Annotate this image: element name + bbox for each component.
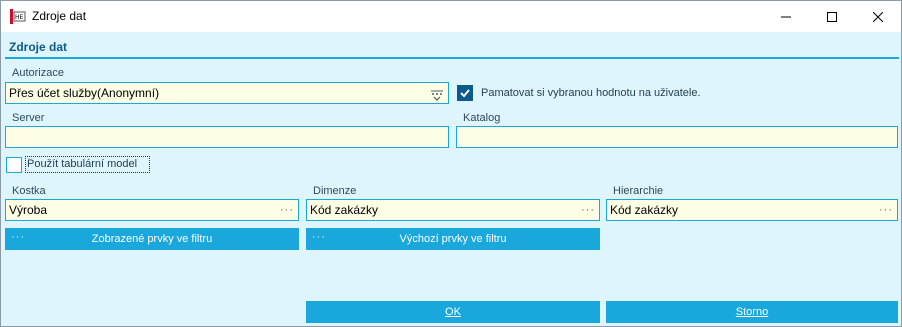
dimension-value: Kód zakázky [310, 203, 379, 217]
svg-text:HE: HE [15, 14, 24, 21]
catalog-label: Katalog [463, 112, 501, 124]
window-title: Zdroje dat [32, 9, 87, 23]
close-button[interactable] [855, 1, 901, 32]
default-items-filter-button[interactable]: ··· Výchozí prvky ve filtru [306, 228, 600, 250]
cube-label: Kostka [12, 185, 46, 197]
cancel-button-label: Storno [735, 306, 769, 318]
minimize-button[interactable] [763, 1, 809, 32]
checkmark-icon [460, 89, 470, 98]
server-label: Server [12, 112, 45, 124]
shown-items-filter-button[interactable]: ··· Zobrazené prvky ve filtru [5, 228, 299, 250]
server-input[interactable] [5, 126, 449, 148]
remember-checkbox[interactable] [457, 85, 473, 101]
tabular-model-checkbox[interactable] [6, 157, 22, 173]
hierarchy-value: Kód zakázky [610, 203, 679, 217]
dialog-window: HE Zdroje dat Zdroje dat Autorizace Přes… [0, 0, 902, 327]
tabular-model-label: Použít tabulární model [27, 158, 138, 170]
catalog-input[interactable] [456, 126, 898, 148]
ellipsis-icon: ··· [11, 231, 25, 243]
authorization-combobox[interactable]: Přes účet služby(Anonymní) [5, 82, 449, 104]
cube-browse-icon[interactable]: ··· [278, 200, 296, 220]
section-divider [5, 57, 899, 59]
authorization-value: Přes účet služby(Anonymní) [9, 86, 160, 100]
hierarchy-browse-icon[interactable]: ··· [877, 200, 895, 220]
app-icon: HE [9, 8, 26, 25]
close-icon [873, 11, 883, 22]
ellipsis-icon: ··· [312, 231, 326, 243]
dimension-field[interactable]: Kód zakázky ··· [306, 199, 600, 221]
dropdown-icon[interactable] [430, 87, 444, 101]
dimension-label: Dimenze [313, 185, 357, 197]
title-bar: HE Zdroje dat [1, 1, 901, 32]
cube-field[interactable]: Výroba ··· [5, 199, 299, 221]
hierarchy-field[interactable]: Kód zakázky ··· [606, 199, 898, 221]
section-title: Zdroje dat [9, 40, 68, 54]
shown-items-filter-label: Zobrazené prvky ve filtru [91, 233, 213, 245]
cancel-button[interactable]: Storno [606, 301, 898, 323]
maximize-button[interactable] [809, 1, 855, 32]
default-items-filter-label: Výchozí prvky ve filtru [399, 233, 507, 245]
dimension-browse-icon[interactable]: ··· [579, 200, 597, 220]
remember-label: Pamatovat si vybranou hodnotu na uživate… [481, 87, 701, 99]
ok-button-label: OK [445, 306, 461, 318]
cube-value: Výroba [9, 203, 48, 217]
hierarchy-label: Hierarchie [613, 185, 664, 197]
authorization-label: Autorizace [12, 67, 64, 79]
ok-button[interactable]: OK [306, 301, 600, 323]
